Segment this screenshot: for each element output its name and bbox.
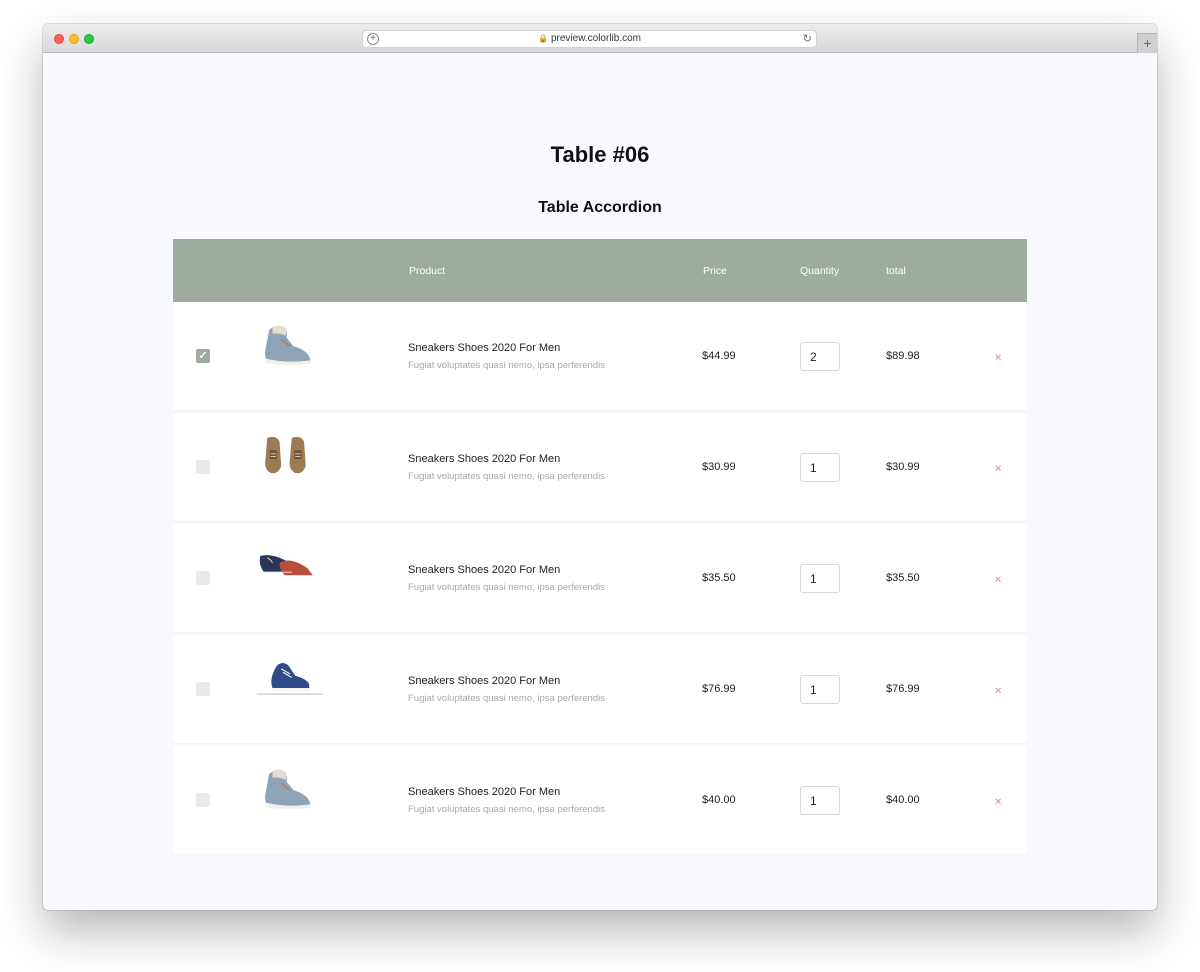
product-description: Fugiat voluptates quasi nemo, ipsa perfe… — [408, 582, 605, 593]
row-select-checkbox[interactable] — [196, 682, 210, 696]
reload-icon[interactable]: ↻ — [803, 32, 812, 46]
product-price: $76.99 — [702, 683, 736, 695]
row-select-checkbox[interactable]: ✓ — [196, 349, 210, 363]
column-header-quantity: Quantity — [800, 265, 840, 277]
row-total: $89.98 — [886, 350, 920, 362]
product-name: Sneakers Shoes 2020 For Men — [408, 453, 561, 465]
new-tab-button[interactable]: + — [1137, 33, 1157, 53]
product-price: $44.99 — [702, 350, 736, 362]
remove-item-icon[interactable]: × — [995, 463, 1001, 475]
product-image — [259, 554, 314, 576]
table-row: Sneakers Shoes 2020 For Men Fugiat volup… — [173, 635, 1027, 743]
page-content: Table #06 Table Accordion Product Price … — [43, 54, 1157, 910]
quantity-input[interactable] — [800, 675, 840, 704]
product-price: $30.99 — [702, 461, 736, 473]
row-total: $35.50 — [886, 572, 920, 584]
product-name: Sneakers Shoes 2020 For Men — [408, 342, 561, 354]
product-description: Fugiat voluptates quasi nemo, ipsa perfe… — [408, 471, 605, 482]
lock-icon: 🔒 — [537, 34, 548, 43]
close-window-button[interactable] — [54, 34, 64, 44]
row-total: $30.99 — [886, 461, 920, 473]
product-image — [264, 436, 307, 474]
url-display[interactable]: 🔒 preview.colorlib.com — [363, 31, 816, 47]
row-select-checkbox[interactable] — [196, 460, 210, 474]
browser-titlebar: + 🔒 preview.colorlib.com ↻ + — [43, 24, 1157, 53]
product-description: Fugiat voluptates quasi nemo, ipsa perfe… — [408, 693, 605, 704]
page-title: Table #06 — [550, 142, 650, 167]
zoom-window-button[interactable] — [84, 34, 94, 44]
quantity-input[interactable] — [800, 342, 840, 371]
table-row: ✓ Sneakers Shoes 2020 For Men Fugiat vol… — [173, 302, 1027, 410]
quantity-input[interactable] — [800, 786, 840, 815]
browser-window: + 🔒 preview.colorlib.com ↻ + Table #06 Ta… — [43, 24, 1157, 910]
cart-table: Product Price Quantity total ✓ Sneakers … — [173, 239, 1027, 854]
product-description: Fugiat voluptates quasi nemo, ipsa perfe… — [408, 360, 605, 371]
remove-item-icon[interactable]: × — [995, 685, 1001, 697]
column-header-product: Product — [409, 265, 446, 277]
minimize-window-button[interactable] — [69, 34, 79, 44]
quantity-input[interactable] — [800, 453, 840, 482]
row-select-checkbox[interactable] — [196, 571, 210, 585]
product-image — [264, 324, 312, 366]
product-description: Fugiat voluptates quasi nemo, ipsa perfe… — [408, 804, 605, 815]
product-name: Sneakers Shoes 2020 For Men — [408, 564, 561, 576]
product-image — [256, 662, 324, 696]
table-row: Sneakers Shoes 2020 For Men Fugiat volup… — [173, 524, 1027, 632]
product-name: Sneakers Shoes 2020 For Men — [408, 675, 561, 687]
table-row: Sneakers Shoes 2020 For Men Fugiat volup… — [173, 746, 1027, 854]
remove-item-icon[interactable]: × — [995, 352, 1001, 364]
table-row: Sneakers Shoes 2020 For Men Fugiat volup… — [173, 413, 1027, 521]
product-price: $35.50 — [702, 572, 736, 584]
column-header-total: total — [886, 265, 906, 277]
product-price: $40.00 — [702, 794, 736, 806]
product-name: Sneakers Shoes 2020 For Men — [408, 786, 561, 798]
remove-item-icon[interactable]: × — [995, 796, 1001, 808]
remove-item-icon[interactable]: × — [995, 574, 1001, 586]
plus-icon: + — [1143, 35, 1152, 51]
quantity-input[interactable] — [800, 564, 840, 593]
row-select-checkbox[interactable] — [196, 793, 210, 807]
section-title: Table Accordion — [538, 199, 662, 216]
table-header: Product Price Quantity total — [173, 239, 1027, 302]
row-total: $76.99 — [886, 683, 920, 695]
checkmark-icon: ✓ — [198, 350, 208, 362]
row-total: $40.00 — [886, 794, 920, 806]
product-image — [264, 768, 312, 810]
column-header-price: Price — [703, 265, 727, 277]
url-text: preview.colorlib.com — [550, 33, 641, 44]
address-bar[interactable]: + 🔒 preview.colorlib.com ↻ — [362, 30, 817, 48]
table-body: ✓ Sneakers Shoes 2020 For Men Fugiat vol… — [173, 302, 1027, 854]
